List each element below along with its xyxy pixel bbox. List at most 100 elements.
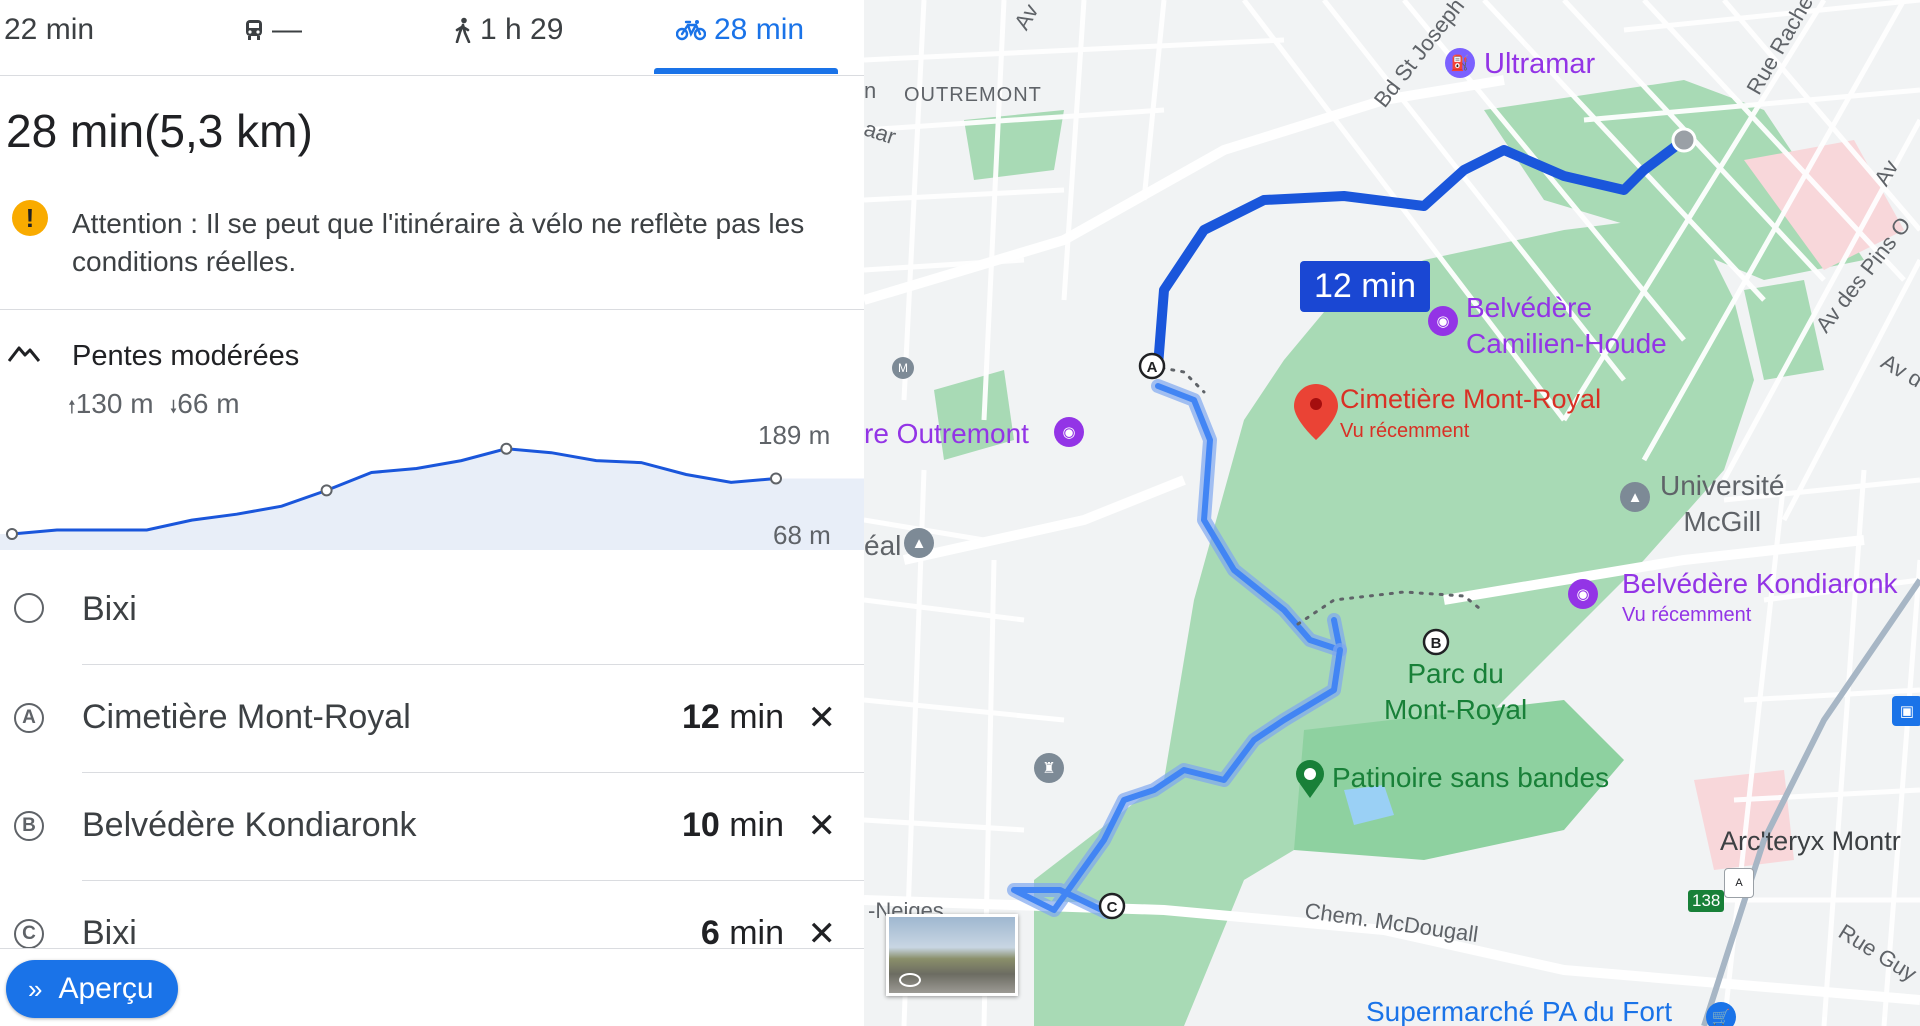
map-label: n [864,78,877,103]
stop-duration: 12 min [682,698,784,737]
elevation-max-label: 189 m [758,420,831,450]
map-label-arcteryx[interactable]: Arc'teryx Montr [1720,826,1901,857]
tab-transit-label: — [272,13,302,46]
bike-icon [676,20,706,41]
waypoint-b-marker: B [1422,628,1450,656]
stop-row-b[interactable]: B Belvédère Kondiaronk 10 min ✕ [0,772,864,880]
travel-mode-tabs: 22 min — 1 h 29 28 min [0,0,864,76]
map-label-outremont: OUTREMONT [904,84,1042,106]
mountain-icon [8,346,40,362]
map-label-recent: Vu récemment [1340,420,1470,442]
tab-cycling[interactable]: 28 min [676,8,804,52]
stop-duration-unit: min [719,698,784,736]
map-label-mcgill[interactable]: Université McGill [1660,468,1784,540]
elevation-min-label: 68 m [773,520,831,550]
svg-text:B: B [1431,635,1442,652]
route-duration: 28 min [6,105,145,157]
double-chevron-icon: » [28,973,43,1004]
transit-icon [246,20,262,40]
start-circle-icon [14,593,44,623]
svg-text:C: C [1107,899,1118,916]
map-label-line: Parc du [1407,658,1504,689]
map-label-cimetiere[interactable]: Cimetière Mont-Royal [1340,384,1601,415]
map-label: éal [864,530,902,561]
street-view-thumbnail[interactable] [886,914,1018,996]
stop-duration-value: 10 [681,806,720,844]
svg-text:A: A [1147,359,1158,376]
gas-station-icon[interactable]: ⛽ [1445,48,1475,78]
elevation-waypoint [320,484,333,497]
map-label-parc[interactable]: Parc du Mont-Royal [1384,656,1527,728]
stop-duration-value: 12 [681,698,720,736]
arrow-up-icon: 🠕 [68,397,76,417]
waypoint-a-marker: A [1138,352,1166,380]
map-label-line: Camilien-Houde [1466,328,1667,359]
route-distance: (5,3 km) [144,105,313,157]
stop-duration-unit: min [719,914,784,952]
preview-button[interactable]: » Aperçu [6,960,178,1018]
map-view[interactable]: A B C 12 min ⛽ ◉ ◉ ◉ ▲ ▲ ♜ M 🛒 ▣ A OUTRE… [864,0,1920,1026]
route-shield: 138 [1688,890,1725,912]
stop-row-start[interactable]: Bixi [0,556,864,664]
warning-text: Attention : Il se peut que l'itinéraire … [72,208,805,277]
school-icon[interactable]: ▲ [1620,482,1650,512]
map-label-line: Belvédère [1466,292,1593,323]
map-label-ultramar[interactable]: Ultramar [1484,48,1595,81]
shopping-cart-icon[interactable]: 🛒 [1706,1002,1736,1026]
metro-icon[interactable]: M [892,357,914,379]
marker-a-icon: A [14,703,44,733]
monument-icon[interactable]: ♜ [1034,753,1064,783]
map-label-supermarche[interactable]: Supermarché PA du Fort [1366,996,1672,1026]
remove-stop-button[interactable]: ✕ [808,806,837,846]
route-duration-badge[interactable]: 12 min [1300,261,1431,312]
marker-b-icon: B [14,811,44,841]
origin-point [1671,127,1697,153]
tab-driving[interactable]: 22 min [4,8,94,52]
tab-cycling-label: 28 min [714,13,805,46]
slope-title: Pentes modérées [72,340,300,372]
tab-walking[interactable]: 1 h 29 [454,8,563,52]
map-label-recent: Vu récemment [1622,604,1752,626]
map-label-line: McGill [1683,506,1762,537]
descent-value: 66 m [177,388,240,419]
preview-button-label: Aperçu [58,972,154,1005]
directions-panel: 22 min — 1 h 29 28 min 28 min(5,3 km) ! … [0,0,864,1026]
elevation-chart [0,442,864,550]
stop-name: Cimetière Mont-Royal [82,698,411,736]
marker-c-icon: C [14,919,44,949]
route-summary: 28 min(5,3 km) [6,104,313,158]
elevation-waypoint [6,528,18,540]
elevation-waypoint [770,472,782,485]
active-tab-indicator [654,68,838,74]
map-label-belvedere-ch[interactable]: Belvédère Camilien-Houde [1466,290,1667,362]
camera-icon[interactable]: ◉ [1568,579,1598,609]
rotate-360-icon [899,973,921,987]
remove-stop-button[interactable]: ✕ [808,698,837,738]
elevation-waypoint [500,442,513,455]
stop-name: Belvédère Kondiaronk [82,806,417,844]
divider [0,309,864,310]
shopping-bag-icon[interactable]: ▣ [1892,696,1920,726]
camera-icon[interactable]: ◉ [1428,306,1458,336]
stop-duration-value: 6 [700,914,720,952]
map-label-line: Mont-Royal [1384,694,1528,725]
stop-duration: 10 min [682,806,784,845]
ascent-value: 130 m [75,388,154,419]
map-label-kondiaronk[interactable]: Belvédère Kondiaronk [1622,568,1898,600]
stop-name: Bixi [82,590,137,628]
map-label-line: Université [1660,470,1785,501]
camera-icon[interactable]: ◉ [1054,417,1084,447]
map-label-patinoire[interactable]: Patinoire sans bandes [1332,762,1609,794]
tab-driving-label: 22 min [4,13,95,46]
tab-transit[interactable]: — [244,8,302,52]
school-icon[interactable]: ▲ [904,528,934,558]
tab-walking-label: 1 h 29 [480,13,564,46]
store-logo-icon[interactable]: A [1724,868,1754,898]
waypoint-c-marker: C [1098,892,1126,920]
elevation-area [0,448,864,550]
walk-icon [455,17,471,43]
stop-duration-unit: min [719,806,784,844]
stop-row-a[interactable]: A Cimetière Mont-Royal 12 min ✕ [0,664,864,772]
map-label-outremont-park[interactable]: re Outremont [864,418,1029,450]
warning-icon: ! [12,200,48,236]
